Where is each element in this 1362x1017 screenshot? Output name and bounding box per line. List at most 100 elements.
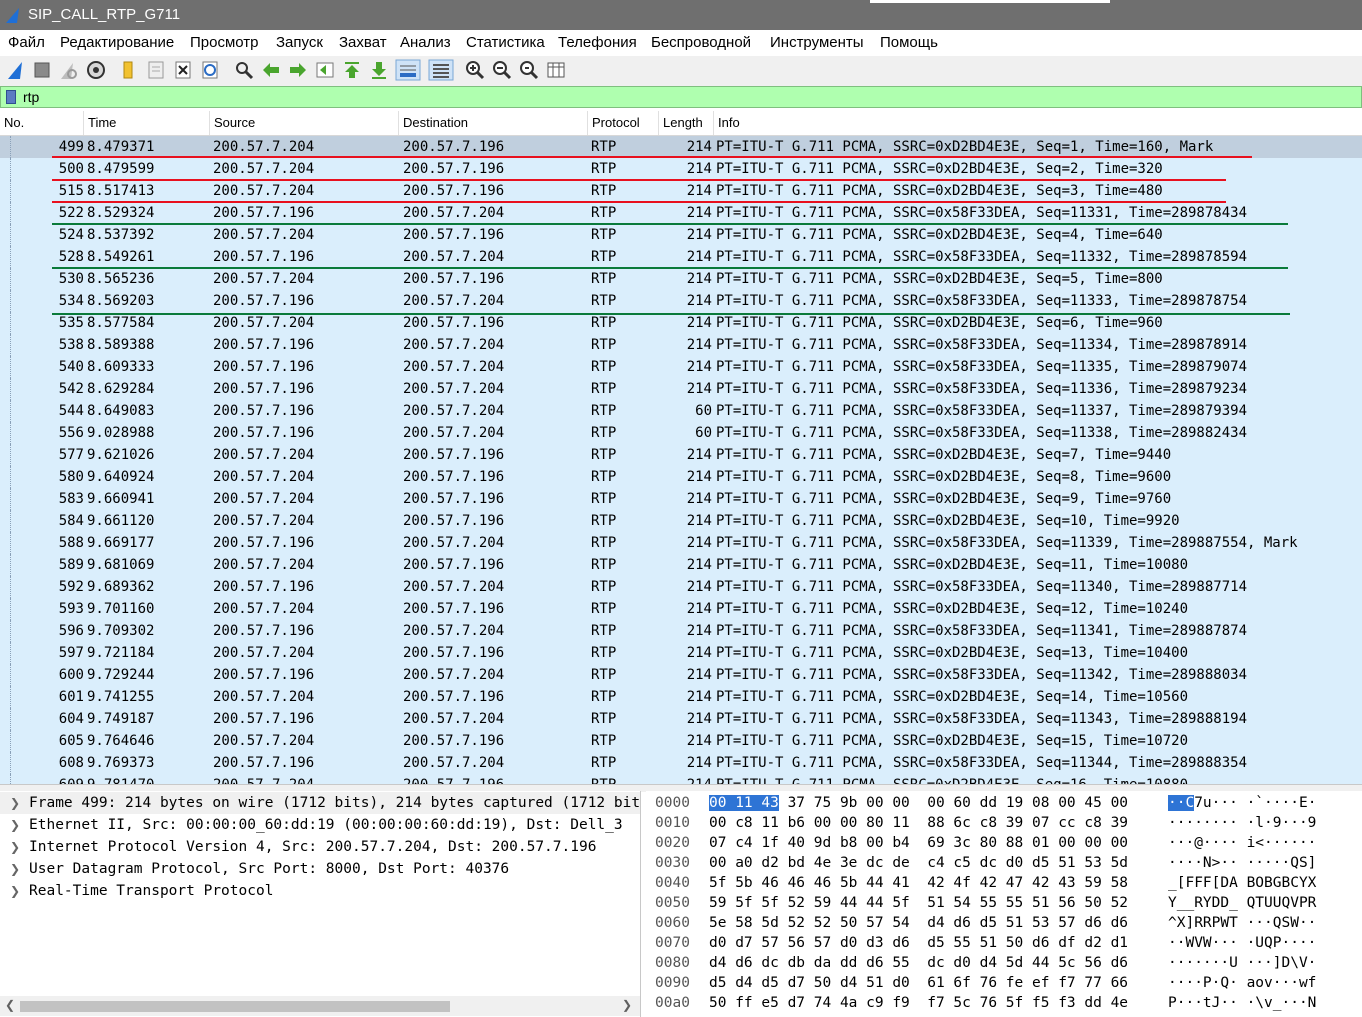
- packet-row[interactable]: 597 9.721184 200.57.7.204 200.57.7.196 RTP 21…: [0, 642, 1362, 664]
- go-to-first-packet-icon[interactable]: [341, 59, 363, 81]
- hex-ascii[interactable]: Y__RYDD_ QTUUQVPR: [1168, 893, 1316, 913]
- column-header-info[interactable]: Info: [714, 111, 1362, 135]
- packet-row[interactable]: 515 8.517413 200.57.7.204 200.57.7.196 RTP 21…: [0, 180, 1362, 202]
- capture-options-icon[interactable]: [85, 59, 107, 81]
- normal-size-icon[interactable]: [518, 59, 540, 81]
- expand-arrow-icon[interactable]: ❯: [10, 792, 20, 814]
- hex-ascii[interactable]: ··WVW··· ·UQP····: [1168, 933, 1316, 953]
- column-header-time[interactable]: Time: [84, 111, 210, 135]
- hex-bytes[interactable]: 00 a0 d2 bd 4e 3e dc de c4 c5 dc d0 d5 5…: [709, 853, 1128, 873]
- start-capture-icon[interactable]: [5, 59, 27, 81]
- detail-tree-item[interactable]: ❯ Real-Time Transport Protocol: [0, 880, 640, 902]
- packet-row[interactable]: 544 8.649083 200.57.7.196 200.57.7.204 RTP 60…: [0, 400, 1362, 422]
- resize-columns-icon[interactable]: [545, 59, 567, 81]
- column-header-protocol[interactable]: Protocol: [588, 111, 659, 135]
- ascii-highlight[interactable]: ··C: [1168, 795, 1195, 811]
- go-forward-icon[interactable]: [287, 59, 309, 81]
- hex-ascii[interactable]: ········ ·l·9···9: [1168, 813, 1316, 833]
- hex-bytes[interactable]: 00 11 43 37 75 9b 00 00 00 60 dd 19 08 0…: [709, 793, 1128, 813]
- packet-row[interactable]: 580 9.640924 200.57.7.204 200.57.7.196 RTP 21…: [0, 466, 1362, 488]
- packet-row[interactable]: 593 9.701160 200.57.7.204 200.57.7.196 RTP 21…: [0, 598, 1362, 620]
- column-header-destination[interactable]: Destination: [399, 111, 588, 135]
- expand-arrow-icon[interactable]: ❯: [10, 880, 20, 902]
- packet-row[interactable]: 528 8.549261 200.57.7.196 200.57.7.204 RTP 21…: [0, 246, 1362, 268]
- menu-item[interactable]: Инструменты: [770, 34, 864, 51]
- reload-file-icon[interactable]: [199, 59, 221, 81]
- scroll-left-icon[interactable]: ❮: [5, 998, 15, 1012]
- stop-capture-icon[interactable]: [31, 59, 53, 81]
- hex-ascii[interactable]: _[FFF[DA BOBGBCYX: [1168, 873, 1316, 893]
- menu-item[interactable]: Статистика: [466, 34, 545, 51]
- hex-ascii[interactable]: P···tJ·· ·\v_···N: [1168, 993, 1316, 1013]
- packet-row[interactable]: 534 8.569203 200.57.7.196 200.57.7.204 RTP 21…: [0, 290, 1362, 312]
- expand-arrow-icon[interactable]: ❯: [10, 858, 20, 880]
- packet-row[interactable]: 605 9.764646 200.57.7.204 200.57.7.196 RTP 21…: [0, 730, 1362, 752]
- go-to-last-packet-icon[interactable]: [368, 59, 390, 81]
- packet-row[interactable]: 600 9.729244 200.57.7.196 200.57.7.204 RTP 21…: [0, 664, 1362, 686]
- menu-item[interactable]: Помощь: [880, 34, 938, 51]
- packet-row[interactable]: 583 9.660941 200.57.7.204 200.57.7.196 RTP 21…: [0, 488, 1362, 510]
- hex-bytes[interactable]: 07 c4 1f 40 9d b8 00 b4 69 3c 80 88 01 0…: [709, 833, 1128, 853]
- packet-row[interactable]: 589 9.681069 200.57.7.204 200.57.7.196 RTP 21…: [0, 554, 1362, 576]
- packet-row[interactable]: 500 8.479599 200.57.7.204 200.57.7.196 RTP 21…: [0, 158, 1362, 180]
- menu-item[interactable]: Беспроводной: [651, 34, 751, 51]
- column-header-source[interactable]: Source: [210, 111, 399, 135]
- hex-bytes-highlight[interactable]: 00 11 43: [709, 795, 779, 811]
- packet-row[interactable]: 6099.781470 200.57.7.204 200.57.7.196 RTP 21…: [0, 774, 1362, 784]
- packet-row[interactable]: 540 8.609333 200.57.7.196 200.57.7.204 RTP 21…: [0, 356, 1362, 378]
- packet-list[interactable]: 499 8.479371 200.57.7.204 200.57.7.196 RTP 21…: [0, 136, 1362, 784]
- hex-bytes[interactable]: d0 d7 57 56 57 d0 d3 d6 d5 55 51 50 d6 d…: [709, 933, 1128, 953]
- detail-tree-item[interactable]: ❯ Ethernet II, Src: 00:00:00_60:dd:19 (00…: [0, 814, 640, 836]
- restart-capture-icon[interactable]: [57, 59, 79, 81]
- save-file-icon[interactable]: [145, 59, 167, 81]
- hex-ascii[interactable]: ····P·Q· aov···wf: [1168, 973, 1316, 993]
- hex-ascii[interactable]: ··C7u··· ·`····E·: [1168, 793, 1316, 813]
- packet-row[interactable]: 577 9.621026 200.57.7.204 200.57.7.196 RTP 21…: [0, 444, 1362, 466]
- close-file-icon[interactable]: [172, 59, 194, 81]
- detail-tree-item[interactable]: ❯ User Datagram Protocol, Src Port: 8000,…: [0, 858, 640, 880]
- hex-ascii[interactable]: ·······U ···]D\V·: [1168, 953, 1316, 973]
- hex-ascii[interactable]: ····N>·· ·····QS]: [1168, 853, 1316, 873]
- display-filter-input[interactable]: [23, 88, 1323, 106]
- expand-arrow-icon[interactable]: ❯: [10, 836, 20, 858]
- column-header-no[interactable]: No.: [0, 111, 84, 135]
- packet-row[interactable]: 522 8.529324 200.57.7.196 200.57.7.204 RTP 21…: [0, 202, 1362, 224]
- details-horizontal-scrollbar[interactable]: ❮ ❯: [0, 996, 640, 1016]
- menu-item[interactable]: Файл: [8, 34, 45, 51]
- column-header-length[interactable]: Length: [659, 111, 714, 135]
- hex-bytes[interactable]: d5 d4 d5 d7 50 d4 51 d0 61 6f 76 fe ef f…: [709, 973, 1128, 993]
- menu-item[interactable]: Телефония: [558, 34, 637, 51]
- hex-ascii[interactable]: ^X]RRPWT ···QSW··: [1168, 913, 1316, 933]
- packet-row[interactable]: 542 8.629284 200.57.7.196 200.57.7.204 RTP 21…: [0, 378, 1362, 400]
- go-to-packet-icon[interactable]: [314, 59, 336, 81]
- packet-row[interactable]: 556 9.028988 200.57.7.196 200.57.7.204 RTP 60…: [0, 422, 1362, 444]
- packet-row[interactable]: 588 9.669177 200.57.7.196 200.57.7.204 RTP 21…: [0, 532, 1362, 554]
- packet-row[interactable]: 601 9.741255 200.57.7.204 200.57.7.196 RTP 21…: [0, 686, 1362, 708]
- zoom-in-icon[interactable]: [464, 59, 486, 81]
- packet-row[interactable]: 499 8.479371 200.57.7.204 200.57.7.196 RTP 21…: [0, 136, 1362, 158]
- packet-row[interactable]: 538 8.589388 200.57.7.196 200.57.7.204 RTP 21…: [0, 334, 1362, 356]
- detail-tree-item[interactable]: ❯ Frame 499: 214 bytes on wire (1712 bits…: [0, 792, 640, 814]
- menu-item[interactable]: Просмотр: [190, 34, 259, 51]
- expand-arrow-icon[interactable]: ❯: [10, 814, 20, 836]
- zoom-out-icon[interactable]: [491, 59, 513, 81]
- hex-bytes[interactable]: 59 5f 5f 52 59 44 44 5f 51 54 55 55 51 5…: [709, 893, 1128, 913]
- hex-bytes[interactable]: 5f 5b 46 46 46 5b 44 41 42 4f 42 47 42 4…: [709, 873, 1128, 893]
- packet-row[interactable]: 535 8.577584 200.57.7.204 200.57.7.196 RTP 21…: [0, 312, 1362, 334]
- menu-item[interactable]: Анализ: [400, 34, 451, 51]
- hex-bytes[interactable]: 00 c8 11 b6 00 00 80 11 88 6c c8 39 07 c…: [709, 813, 1128, 833]
- packet-row[interactable]: 596 9.709302 200.57.7.196 200.57.7.204 RTP 21…: [0, 620, 1362, 642]
- packet-row[interactable]: 604 9.749187 200.57.7.196 200.57.7.204 RTP 21…: [0, 708, 1362, 730]
- autoscroll-icon[interactable]: [395, 59, 421, 81]
- scroll-right-icon[interactable]: ❯: [622, 998, 632, 1012]
- hex-ascii[interactable]: ···@···· i<······: [1168, 833, 1316, 853]
- packet-row[interactable]: 608 9.769373 200.57.7.196 200.57.7.204 RTP 21…: [0, 752, 1362, 774]
- open-file-icon[interactable]: [117, 59, 139, 81]
- packet-row[interactable]: 584 9.661120 200.57.7.204 200.57.7.196 RTP 21…: [0, 510, 1362, 532]
- hex-bytes[interactable]: 50 ff e5 d7 74 4a c9 f9 f7 5c 76 5f f5 f…: [709, 993, 1128, 1013]
- detail-tree-item[interactable]: ❯ Internet Protocol Version 4, Src: 200.5…: [0, 836, 640, 858]
- packet-row[interactable]: 592 9.689362 200.57.7.196 200.57.7.204 RTP 21…: [0, 576, 1362, 598]
- go-back-icon[interactable]: [260, 59, 282, 81]
- scrollbar-thumb[interactable]: [20, 1001, 450, 1012]
- colorize-icon[interactable]: [428, 59, 454, 81]
